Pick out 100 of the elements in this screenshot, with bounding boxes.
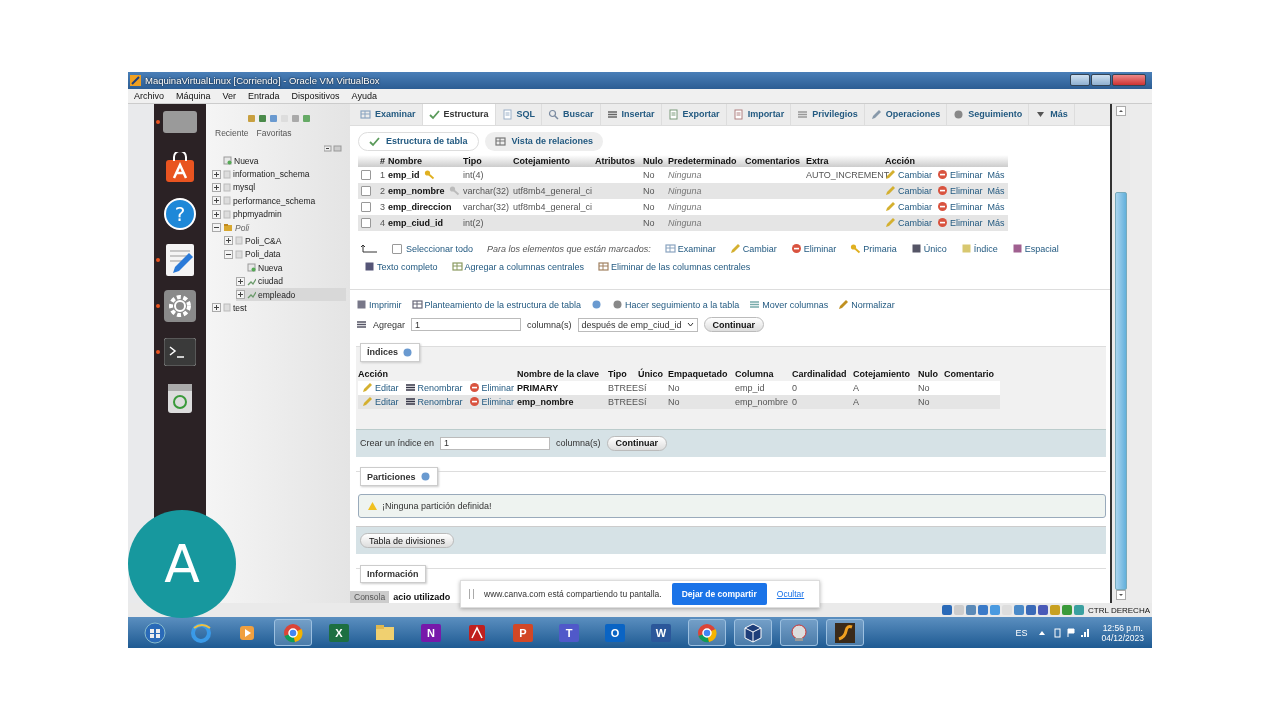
menu-item[interactable]: Entrada [242, 90, 286, 101]
tree-item[interactable]: Poli_data [224, 247, 346, 262]
menu-item[interactable]: Archivo [128, 90, 170, 101]
console-tab[interactable]: Consola [350, 591, 390, 604]
bulk-action-link[interactable]: Índice [960, 243, 998, 255]
minimize-button[interactable] [1070, 74, 1090, 87]
bulk-action-link[interactable]: Texto completo [364, 261, 438, 273]
row-action-link[interactable]: Cambiar [885, 201, 932, 213]
taskbar-app[interactable] [688, 619, 726, 646]
taskbar-app[interactable] [734, 619, 772, 646]
scroll-down-icon[interactable] [1116, 589, 1126, 600]
expand-icon[interactable] [212, 303, 221, 313]
tree-item[interactable]: mysql [212, 180, 346, 195]
index-action-link[interactable]: Editar [362, 382, 399, 394]
tree-item[interactable]: ciudad [236, 274, 346, 288]
index-action-link[interactable]: Renombrar [404, 396, 463, 408]
folder-icon[interactable] [163, 110, 197, 133]
clock-date[interactable]: 04/12/2023 [1101, 632, 1144, 643]
index-action-link[interactable]: Eliminar [468, 396, 515, 408]
tray-icons-drawing[interactable] [1037, 627, 1092, 638]
taskbar-app[interactable]: T [550, 619, 588, 646]
tool-link[interactable]: Mover columnas [749, 299, 829, 311]
navigation-tab[interactable]: Favoritas [255, 126, 293, 139]
expand-icon[interactable] [236, 290, 245, 300]
tree-item[interactable]: Poli [212, 220, 346, 235]
bulk-action-link[interactable]: Eliminar de las columnas centrales [598, 261, 751, 273]
bulk-action-link[interactable]: Agregar a columnas centrales [451, 261, 585, 273]
tree-item[interactable]: Nueva [212, 153, 346, 168]
menu-item[interactable]: Ayuda [345, 90, 383, 101]
drag-handle[interactable] [469, 589, 474, 599]
row-checkbox[interactable] [361, 217, 371, 228]
language-indicator[interactable]: ES [1015, 627, 1028, 638]
dock-item[interactable]: ? [155, 195, 205, 232]
row-action-link[interactable]: Más [987, 169, 1005, 180]
taskbar-app[interactable] [826, 619, 864, 646]
bulk-action-link[interactable]: Eliminar [790, 243, 837, 255]
row-action-link[interactable]: Eliminar [937, 217, 983, 229]
tree-item[interactable]: information_schema [212, 167, 346, 181]
row-action-link[interactable]: Cambiar [885, 185, 932, 197]
tab[interactable]: SQL [495, 103, 543, 125]
column-count-field[interactable]: 1 [440, 436, 551, 450]
row-checkbox[interactable] [361, 201, 371, 212]
tab[interactable]: Importar [726, 103, 792, 125]
tab[interactable]: Examinar [354, 103, 423, 125]
menu-item[interactable]: Máquina [170, 90, 217, 101]
tree-item[interactable]: performance_schema [212, 194, 346, 208]
expand-icon[interactable] [224, 236, 233, 246]
index-action-link[interactable]: Renombrar [404, 382, 463, 394]
taskbar-app[interactable]: O [596, 619, 634, 646]
row-action-link[interactable]: Eliminar [937, 185, 983, 197]
scrollbar-thumb[interactable] [1115, 191, 1127, 590]
position-dropdown[interactable]: después de emp_ciud_id [577, 317, 698, 332]
column-count-field[interactable]: 1 [411, 318, 522, 332]
select-all-checkbox[interactable] [392, 243, 402, 254]
tab[interactable]: Operaciones [864, 103, 948, 125]
tree-item[interactable]: empleado [236, 287, 346, 302]
expand-icon[interactable] [236, 276, 245, 286]
row-checkbox[interactable] [361, 169, 371, 180]
row-action-link[interactable]: Más [987, 217, 1005, 228]
maximize-button[interactable] [1091, 74, 1111, 87]
subtab[interactable]: Estructura de tabla [358, 131, 479, 151]
expand-icon[interactable] [212, 209, 221, 219]
clock-time[interactable]: 12:56 p.m. [1102, 622, 1143, 633]
tab[interactable]: Buscar [542, 103, 601, 125]
select-all-label[interactable]: Seleccionar todo [406, 243, 474, 254]
row-action-link[interactable]: Eliminar [937, 201, 983, 213]
tab[interactable]: Insertar [600, 103, 662, 125]
continue-button[interactable]: Continuar [606, 435, 668, 451]
bulk-action-link[interactable]: Cambiar [729, 243, 777, 255]
stop-sharing-button[interactable]: Dejar de compartir [671, 583, 767, 605]
row-action-link[interactable]: Más [987, 185, 1005, 196]
partition-table-button[interactable]: Tabla de divisiones [360, 533, 455, 549]
help-icon[interactable]: ? [164, 197, 196, 230]
bulk-action-link[interactable]: Único [910, 243, 947, 255]
tool-link[interactable]: Normalizar [838, 299, 895, 311]
bulk-action-link[interactable]: Examinar [664, 243, 716, 255]
row-checkbox[interactable] [361, 185, 371, 196]
tab[interactable]: Más [1029, 103, 1075, 125]
gear-icon[interactable] [164, 289, 196, 322]
tree-item[interactable]: Nueva [236, 261, 346, 275]
tool-link[interactable]: Hacer seguimiento a la tabla [612, 299, 740, 311]
row-action-link[interactable]: Más [987, 201, 1005, 212]
tool-link[interactable]: Imprimir [356, 299, 402, 311]
index-action-link[interactable]: Editar [362, 396, 399, 408]
navigation-tab[interactable]: Reciente [214, 126, 250, 139]
taskbar-app[interactable]: X [320, 619, 358, 646]
row-action-link[interactable]: Eliminar [937, 169, 983, 181]
collapse-icon[interactable] [212, 223, 221, 233]
close-button[interactable] [1112, 74, 1146, 87]
trash-icon[interactable] [167, 381, 193, 414]
taskbar-app[interactable] [274, 619, 312, 646]
collapse-icon[interactable] [224, 249, 233, 259]
tree-item[interactable]: phpmyadmin [212, 207, 346, 221]
hide-link[interactable]: Ocultar [776, 589, 805, 599]
taskbar-app[interactable]: N [412, 619, 450, 646]
taskbar-app[interactable]: W [642, 619, 680, 646]
row-action-link[interactable]: Cambiar [885, 217, 932, 229]
terminal-icon[interactable] [164, 337, 196, 366]
expand-icon[interactable] [212, 169, 221, 179]
tree-item[interactable]: test [212, 301, 346, 315]
